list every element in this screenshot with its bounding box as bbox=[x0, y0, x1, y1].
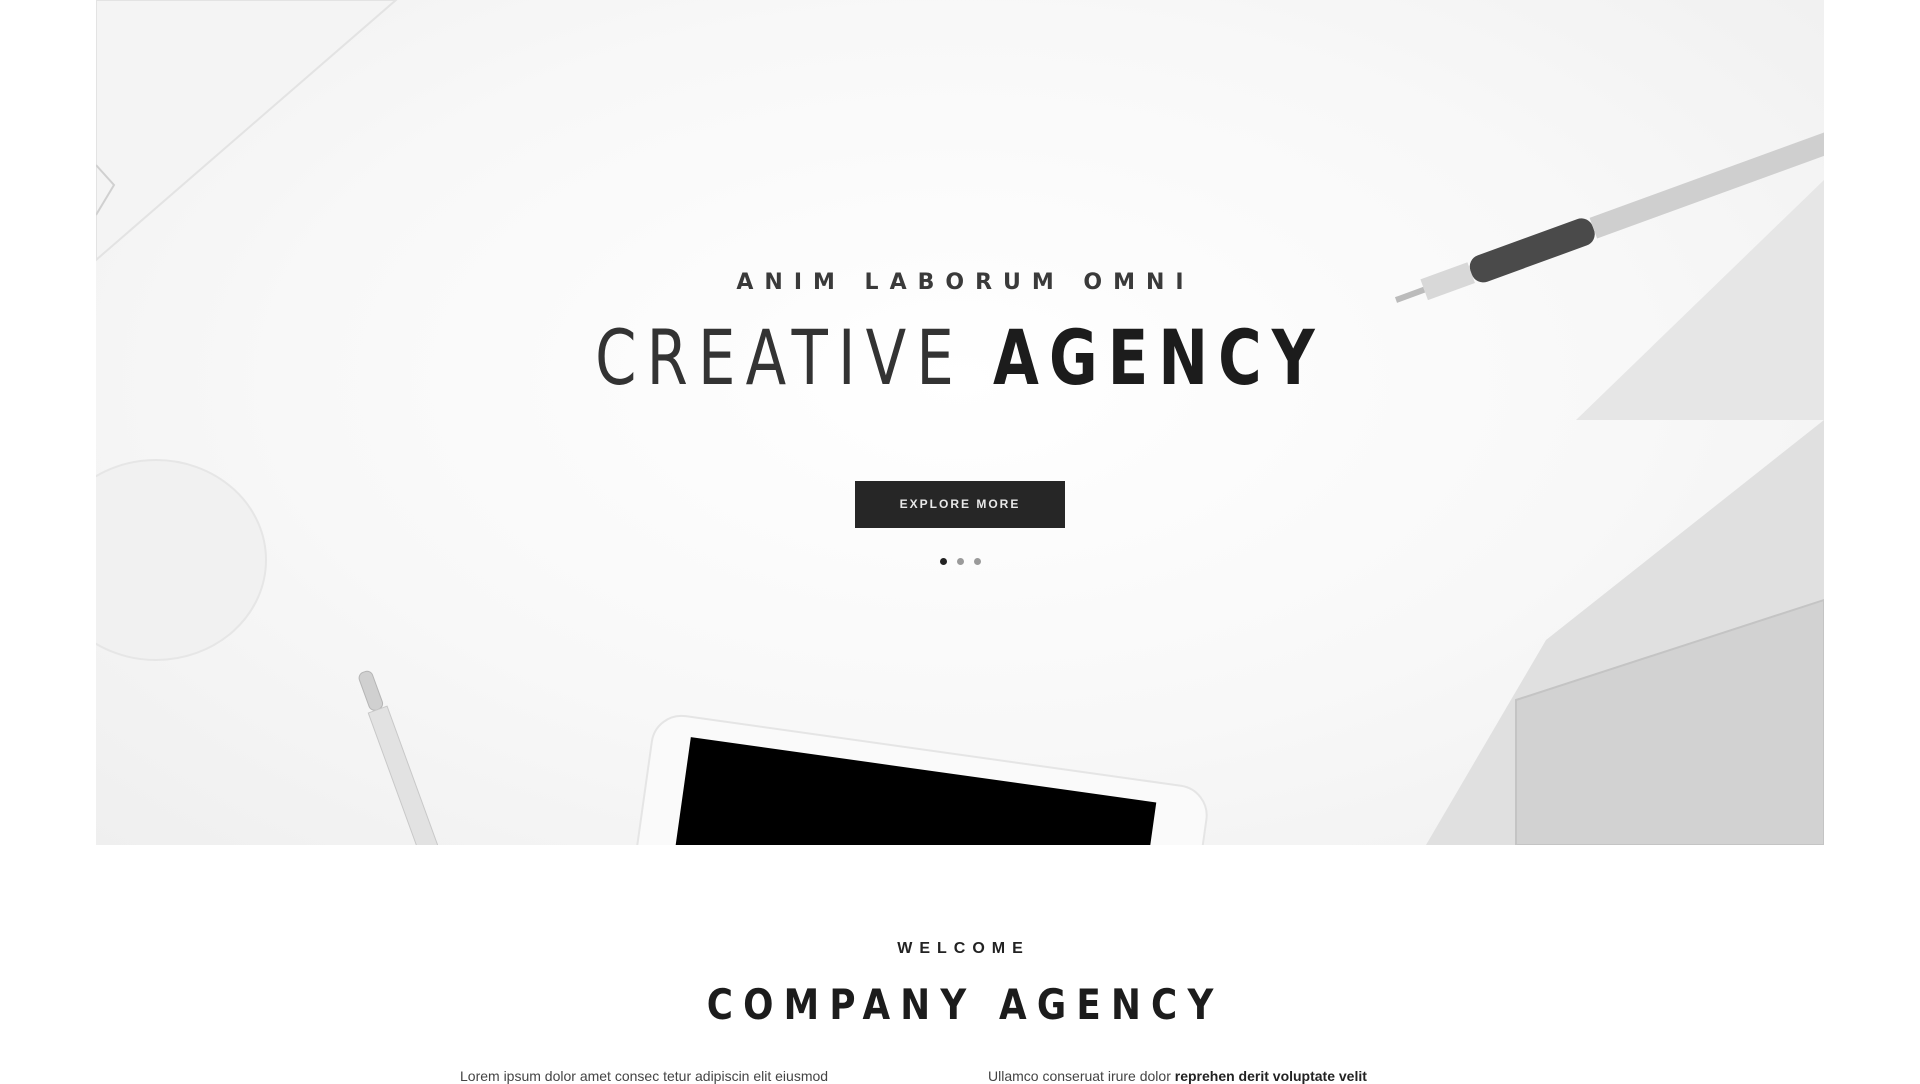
intro-right-text: Ullamco conseruat irure dolor reprehen d… bbox=[988, 1068, 1367, 1084]
welcome-label: WELCOME bbox=[897, 940, 1030, 957]
hero-title-light: CREATIVE bbox=[595, 313, 964, 402]
hero-subtitle: ANIM LABORUM OMNI bbox=[736, 270, 1195, 295]
hero-title-bold: AGENCY bbox=[992, 313, 1325, 402]
intro-right-bold: reprehen derit voluptate velit bbox=[1174, 1068, 1367, 1084]
slider-dot-1[interactable] bbox=[939, 558, 947, 565]
welcome-section: WELCOME COMPANY AGENCY bbox=[0, 940, 1920, 1029]
hero-title: CREATIVE AGENCY bbox=[286, 313, 1634, 403]
company-title: COMPANY AGENCY bbox=[706, 980, 1224, 1029]
slider-dot-3[interactable] bbox=[973, 558, 981, 565]
slider-pagination bbox=[96, 558, 1824, 565]
explore-more-button[interactable]: EXPLORE MORE bbox=[855, 481, 1065, 528]
intro-left-text: Lorem ipsum dolor amet consec tetur adip… bbox=[460, 1068, 829, 1084]
slider-dot-2[interactable] bbox=[956, 558, 964, 565]
hero-content: ANIM LABORUM OMNI CREATIVE AGENCY EXPLOR… bbox=[96, 270, 1824, 565]
hero-slider: ANIM LABORUM OMNI CREATIVE AGENCY EXPLOR… bbox=[96, 0, 1824, 845]
intro-right-plain: Ullamco conseruat irure dolor bbox=[988, 1068, 1171, 1084]
